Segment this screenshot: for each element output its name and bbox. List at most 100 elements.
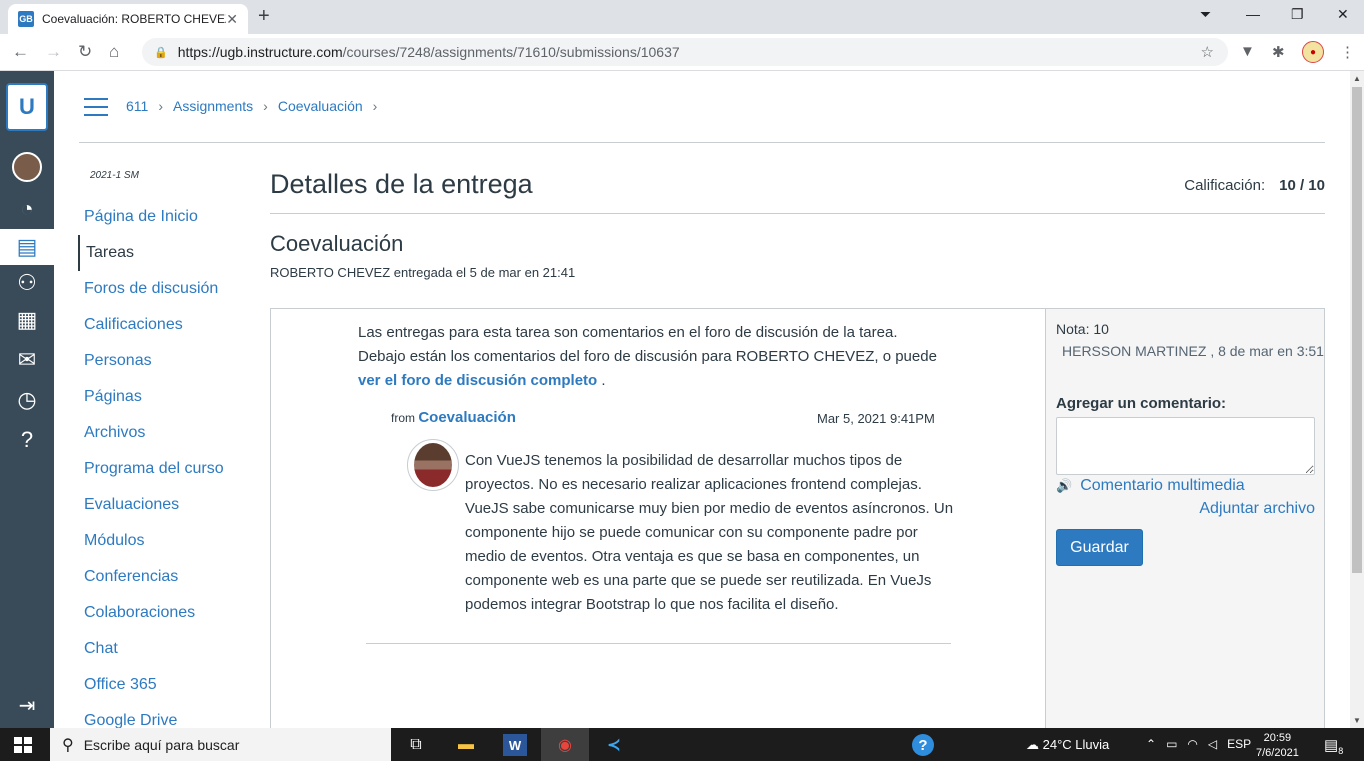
page-scrollbar[interactable]: ▲ ▼	[1350, 71, 1364, 728]
clock-date: 7/6/2021	[1256, 747, 1299, 759]
browser-tab-bar: GB Coevaluación: ROBERTO CHEVEZ ✕ + ⏷ — …	[0, 0, 1364, 34]
course-term: 2021-1 SM	[90, 170, 139, 181]
course-nav-archivos[interactable]: Archivos	[78, 415, 268, 451]
full-discussion-link[interactable]: ver el foro de discusión completo	[358, 372, 597, 389]
course-menu-toggle-icon[interactable]	[84, 98, 108, 118]
course-nav-personas[interactable]: Personas	[78, 343, 268, 379]
tray-chevron-icon[interactable]: ⌃	[1146, 737, 1156, 751]
search-icon: ⚲	[62, 736, 74, 754]
task-view-icon[interactable]: ⧉	[404, 734, 428, 756]
course-nav-colaboraciones[interactable]: Colaboraciones	[78, 595, 268, 631]
course-nav-chat[interactable]: Chat	[78, 631, 268, 667]
course-nav-conferencias[interactable]: Conferencias	[78, 559, 268, 595]
course-nav-calificaciones[interactable]: Calificaciones	[78, 307, 268, 343]
close-window-icon[interactable]: ✕	[1337, 6, 1349, 23]
media-comment-link[interactable]: 🔊 Comentario multimedia	[1056, 477, 1245, 495]
taskbar-clock[interactable]: 20:59 7/6/2021	[1256, 731, 1299, 761]
breadcrumb-course[interactable]: 611	[126, 98, 148, 114]
author-avatar[interactable]	[407, 439, 459, 491]
intro-end: .	[601, 372, 606, 389]
intro-line2: Debajo están los comentarios del foro de…	[358, 348, 937, 365]
scroll-up-icon[interactable]: ▲	[1353, 74, 1361, 83]
course-nav-tareas[interactable]: Tareas	[78, 235, 268, 271]
maximize-icon[interactable]: ❐	[1291, 6, 1304, 23]
breadcrumb-assignment[interactable]: Coevaluación	[278, 98, 363, 114]
header-divider	[79, 142, 1325, 143]
wifi-icon[interactable]: ◠	[1187, 737, 1197, 751]
account-nav[interactable]	[0, 149, 54, 185]
courses-icon[interactable]: ▤	[0, 229, 54, 265]
notification-center-icon[interactable]: ▤8	[1324, 736, 1343, 756]
extension-v-icon[interactable]: ▼	[1240, 43, 1255, 60]
windows-taskbar: ⚲ Escribe aquí para buscar ⧉ ▬ W ◉ ≺ ? ☁…	[0, 728, 1364, 761]
vscode-icon[interactable]: ≺	[602, 734, 626, 756]
word-icon[interactable]: W	[503, 734, 527, 756]
taskbar-help-icon[interactable]: ?	[912, 734, 934, 756]
comment-textarea[interactable]	[1056, 417, 1315, 475]
intro-line1: Las entregas para esta tarea son comenta…	[358, 324, 898, 341]
close-tab-icon[interactable]: ✕	[226, 11, 238, 28]
language-indicator[interactable]: ESP	[1227, 737, 1251, 751]
extensions-puzzle-icon[interactable]: ✱	[1272, 43, 1285, 61]
history-clock-icon[interactable]: ◷	[0, 382, 54, 418]
profile-dropdown-icon[interactable]: ⏷	[1200, 6, 1211, 23]
course-nav-inicio[interactable]: Página de Inicio	[78, 199, 268, 235]
forward-icon[interactable]: →	[45, 42, 62, 62]
scrollbar-thumb[interactable]	[1352, 87, 1362, 573]
calendar-icon[interactable]: ▦	[0, 302, 54, 338]
grade-label: Calificación:	[1184, 177, 1266, 194]
submission-intro: Las entregas para esta tarea son comenta…	[358, 321, 978, 393]
course-nav-modulos[interactable]: Módulos	[78, 523, 268, 559]
taskbar-search[interactable]: ⚲ Escribe aquí para buscar	[50, 728, 391, 761]
course-nav-programa[interactable]: Programa del curso	[78, 451, 268, 487]
collapse-nav-icon[interactable]: ⇥	[0, 693, 54, 718]
post-divider	[366, 643, 951, 644]
breadcrumb: 611 › Assignments › Coevaluación ›	[126, 98, 377, 114]
inbox-icon[interactable]: ✉	[0, 342, 54, 378]
page-title: Detalles de la entrega	[270, 169, 533, 199]
post-topic-link[interactable]: Coevaluación	[418, 409, 516, 426]
url-text: https://ugb.instructure.com/courses/7248…	[177, 44, 680, 60]
scroll-down-icon[interactable]: ▼	[1353, 716, 1361, 725]
save-button[interactable]: Guardar	[1056, 529, 1143, 566]
chrome-icon[interactable]: ◉	[553, 734, 577, 756]
weather-widget[interactable]: ☁ 24°C Lluvia	[1026, 737, 1109, 753]
home-icon[interactable]: ⌂	[109, 42, 119, 62]
tab-title: Coevaluación: ROBERTO CHEVEZ	[42, 12, 227, 26]
post-body: Con VueJS tenemos la posibilidad de desa…	[465, 452, 954, 613]
file-explorer-icon[interactable]: ▬	[454, 734, 478, 756]
volume-icon[interactable]: ◁	[1208, 737, 1217, 751]
system-tray: ⌃ ▭ ◠ ◁ ESP	[1146, 737, 1251, 751]
course-nav-office365[interactable]: Office 365	[78, 667, 268, 703]
groups-icon[interactable]: ⚇	[0, 265, 54, 301]
windows-start-icon[interactable]	[14, 737, 32, 753]
minimize-icon[interactable]: —	[1246, 6, 1260, 22]
url-bar[interactable]: 🔒 https://ugb.instructure.com/courses/72…	[142, 38, 1228, 66]
course-nav-google-drive[interactable]: Google Drive	[78, 703, 268, 728]
reload-icon[interactable]: ↻	[78, 42, 92, 62]
course-nav-paginas[interactable]: Páginas	[78, 379, 268, 415]
post-source: from Coevaluación	[391, 409, 516, 426]
help-icon[interactable]: ?	[0, 422, 54, 458]
browser-tab[interactable]: GB Coevaluación: ROBERTO CHEVEZ ✕	[8, 4, 248, 34]
dashboard-icon[interactable]: ◔	[0, 191, 54, 227]
profile-avatar[interactable]: ●	[1302, 41, 1324, 63]
grade-comment: Nota: 10	[1056, 321, 1109, 337]
add-comment-label: Agregar un comentario:	[1056, 395, 1227, 412]
breadcrumb-assignments[interactable]: Assignments	[173, 98, 253, 114]
chevron-right-icon: ›	[158, 98, 163, 114]
menu-kebab-icon[interactable]: ⋮	[1340, 43, 1355, 61]
battery-icon[interactable]: ▭	[1166, 737, 1177, 751]
grade-value: 10 / 10	[1279, 177, 1325, 194]
course-navigation: Página de Inicio Tareas Foros de discusi…	[78, 199, 268, 728]
course-nav-foros[interactable]: Foros de discusión	[78, 271, 268, 307]
submission-meta: ROBERTO CHEVEZ entregada el 5 de mar en …	[270, 265, 575, 280]
title-divider	[270, 213, 1325, 214]
institution-logo[interactable]: U	[6, 83, 48, 131]
new-tab-icon[interactable]: +	[258, 5, 270, 28]
course-nav-evaluaciones[interactable]: Evaluaciones	[78, 487, 268, 523]
bookmark-star-icon[interactable]: ☆	[1201, 43, 1214, 61]
back-icon[interactable]: ←	[12, 42, 29, 62]
attach-file-link[interactable]: Adjuntar archivo	[1199, 500, 1315, 518]
submission-panel: Las entregas para esta tarea son comenta…	[270, 308, 1325, 728]
